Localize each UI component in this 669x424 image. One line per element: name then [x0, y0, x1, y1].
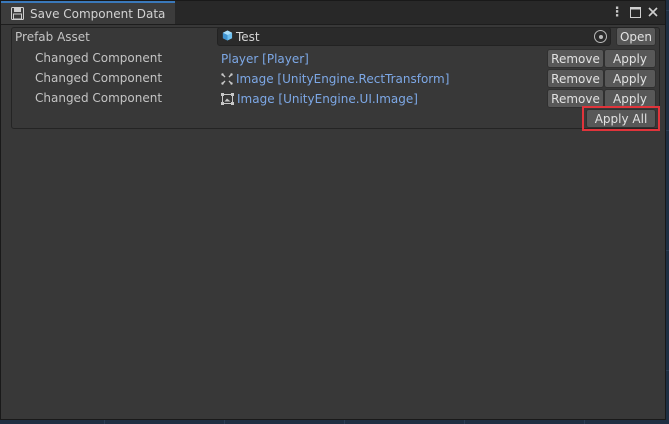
tab-title: Save Component Data [30, 6, 166, 21]
apply-button[interactable]: Apply [604, 69, 656, 88]
window-controls: ⋮ [611, 4, 659, 20]
rect-transform-icon [221, 73, 233, 85]
changed-component-label: Changed Component [35, 91, 163, 105]
apply-all-highlight [582, 106, 660, 131]
tab-bar: Save Component Data ⋮ [1, 1, 665, 25]
kebab-menu-icon[interactable]: ⋮ [611, 4, 624, 20]
save-floppy-icon [11, 7, 24, 20]
image-component-icon [221, 93, 234, 105]
remove-button[interactable]: Remove [547, 49, 604, 68]
close-icon[interactable] [647, 4, 659, 20]
apply-button[interactable]: Apply [604, 49, 656, 68]
maximize-icon[interactable] [629, 4, 641, 20]
changed-component-label: Changed Component [35, 51, 163, 65]
component-name: Image [UnityEngine.UI.Image] [237, 92, 418, 106]
component-link-player[interactable]: Player [Player] [221, 52, 309, 66]
tab-save-component-data[interactable]: Save Component Data [1, 1, 175, 24]
remove-button[interactable]: Remove [547, 69, 604, 88]
component-link-image[interactable]: Image [UnityEngine.UI.Image] [221, 92, 418, 106]
editor-window: Save Component Data ⋮ Prefab Asset Test … [0, 0, 666, 420]
component-name: Image [UnityEngine.RectTransform] [236, 72, 450, 86]
changed-component-label: Changed Component [35, 71, 163, 85]
component-link-recttransform[interactable]: Image [UnityEngine.RectTransform] [221, 72, 449, 86]
component-name: Player [Player] [221, 52, 309, 66]
